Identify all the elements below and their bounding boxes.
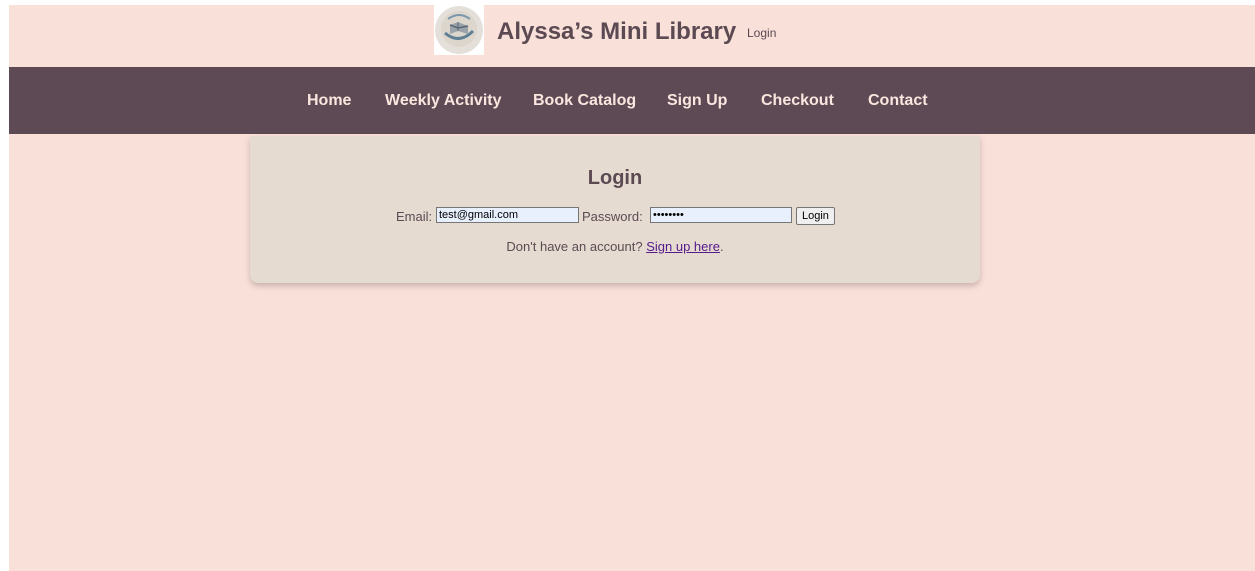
nav-items: Home Weekly Activity Book Catalog Sign U… [9,67,1255,134]
nav-item-contact[interactable]: Contact [868,92,928,110]
header-login-link[interactable]: Login [747,26,776,40]
nav-item-book-catalog[interactable]: Book Catalog [533,92,636,110]
login-form: Email: Password: Login [250,206,980,228]
nav-item-home[interactable]: Home [307,92,351,110]
signup-prompt-suffix: . [719,239,724,254]
nav-item-checkout[interactable]: Checkout [761,92,834,110]
page: Alyssa’s Mini Library Login Home Weekly … [9,5,1255,571]
site-title: Alyssa’s Mini Library [497,18,737,45]
login-button[interactable]: Login [796,207,835,225]
signup-prompt: Don't have an account? Sign up here. [250,239,980,254]
login-card: Login Email: Password: Login Don't have … [250,136,980,283]
login-heading: Login [587,167,643,189]
signup-prompt-text: Don't have an account? [506,239,643,254]
password-label: Password: [582,209,643,224]
main-nav: Home Weekly Activity Book Catalog Sign U… [9,67,1255,134]
site-header: Alyssa’s Mini Library Login [9,5,1255,67]
password-field[interactable] [650,207,792,223]
book-globe-logo-icon [434,5,484,55]
email-field[interactable] [436,207,579,223]
nav-item-weekly-activity[interactable]: Weekly Activity [385,92,502,110]
signup-link[interactable]: Sign up here [646,239,720,254]
email-label: Email: [396,209,433,224]
nav-item-sign-up[interactable]: Sign Up [667,92,727,110]
